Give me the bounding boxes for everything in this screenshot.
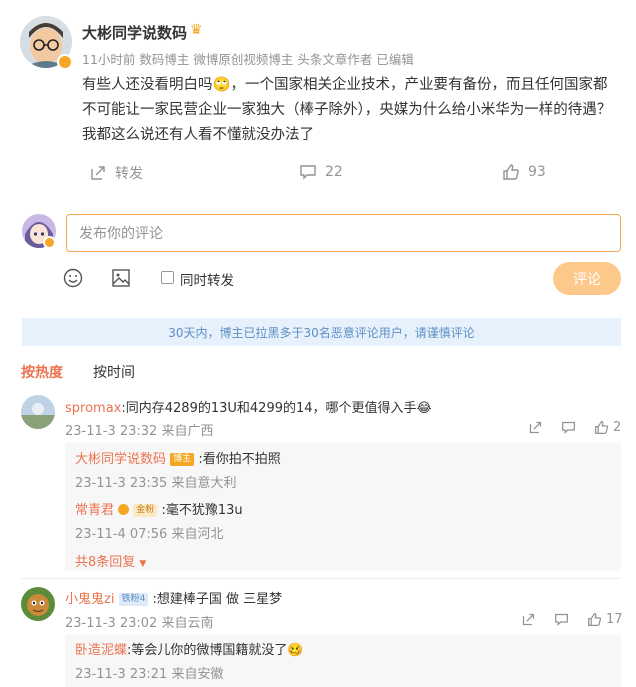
tab-sort-hot[interactable]: 按热度 [21, 362, 63, 382]
verified-badge-icon [118, 504, 130, 515]
comment-body: spromax:同内存4289的13U和4299的14，哪个更值得入手😂 [65, 397, 432, 416]
reply-body: 大彬同学说数码 博主 :看你拍不拍照 [75, 448, 281, 467]
thumbs-up-icon [503, 164, 519, 180]
reply-text: :毫不犹豫13u [161, 503, 243, 518]
thumbs-up-icon [595, 421, 609, 434]
repost-button[interactable]: 转发 [89, 163, 143, 183]
reply-user-name[interactable]: 卧造泥蝶 [75, 643, 127, 658]
reply-text: :等会儿你的微博国籍就没了🥴 [127, 643, 304, 658]
comment-repost-button[interactable] [521, 612, 536, 627]
commenter-name[interactable]: 小鬼鬼zi [65, 592, 114, 607]
iron-fan-badge: 铁粉4 [118, 593, 149, 606]
reply-user-name[interactable]: 常青君 [75, 503, 114, 518]
repost-label: 转发 [115, 166, 143, 182]
repost-icon [529, 421, 542, 434]
gold-fan-badge: 金粉 [133, 504, 158, 517]
also-repost-checkbox[interactable] [161, 271, 174, 284]
my-verified-badge-icon [43, 236, 56, 249]
reply-body: 卧造泥蝶:等会儿你的微博国籍就没了🥴 [75, 639, 304, 658]
like-button[interactable]: 93 [502, 163, 546, 181]
submit-comment-button[interactable]: 评论 [553, 262, 621, 295]
comment-text: :同内存4289的13U和4299的14，哪个更值得入手😂 [121, 401, 432, 416]
comment-icon [300, 165, 316, 180]
like-count: 93 [528, 164, 546, 180]
reply-time: 23-11-3 23:21 来自安徽 [75, 667, 224, 682]
tab-sort-time[interactable]: 按时间 [93, 362, 135, 382]
comment-button[interactable]: 22 [299, 163, 343, 181]
thumbs-up-icon [588, 613, 602, 626]
blogger-badge: 博主 [170, 453, 195, 466]
repost-icon [91, 166, 105, 180]
reply-text: :看你拍不拍照 [198, 452, 281, 467]
comment-reply-button[interactable] [554, 612, 569, 627]
comment-count: 22 [325, 164, 343, 180]
comment-input[interactable] [66, 214, 621, 252]
comment-like-count: 2 [613, 420, 622, 435]
comment-text: :想建棒子国 做 三星梦 [152, 592, 283, 607]
reply-time: 23-11-3 23:35 来自意大利 [75, 476, 237, 491]
commenter-avatar[interactable] [21, 395, 55, 429]
reply-user-name[interactable]: 大彬同学说数码 [75, 452, 166, 467]
comment-divider [21, 578, 621, 579]
repost-icon [522, 613, 535, 626]
also-repost-label: 同时转发 [180, 273, 234, 289]
commenter-name[interactable]: spromax [65, 401, 121, 416]
more-replies-label: 共8条回复 [75, 555, 136, 570]
commenter-avatar[interactable] [21, 587, 55, 621]
more-replies-link[interactable]: 共8条回复 ▼ [75, 551, 146, 570]
image-icon [112, 269, 130, 287]
crown-icon: ♛ [190, 22, 203, 38]
comment-icon [562, 421, 575, 435]
reply-body: 常青君 金粉 :毫不犹豫13u [75, 499, 243, 518]
emoji-button[interactable] [63, 268, 83, 292]
image-button[interactable] [111, 268, 131, 292]
comment-like-button[interactable]: 2 [594, 420, 621, 435]
author-name[interactable]: 大彬同学说数码 [82, 22, 187, 43]
verified-badge-icon [57, 54, 73, 70]
comment-time: 23-11-3 23:32 来自广西 [65, 424, 214, 439]
comment-repost-button[interactable] [528, 420, 543, 435]
caret-down-icon: ▼ [139, 559, 147, 569]
comment-icon [555, 613, 568, 627]
comment-reply-button[interactable] [561, 420, 576, 435]
smiley-icon [63, 268, 83, 288]
comment-like-button[interactable]: 17 [587, 612, 623, 627]
comment-time: 23-11-3 23:02 来自云南 [65, 616, 214, 631]
comment-like-count: 17 [606, 612, 623, 627]
post-meta: 11小时前 数码博主 微博原创视频博主 头条文章作者 已编辑 [82, 52, 414, 67]
comment-body: 小鬼鬼zi 铁粉4 :想建棒子国 做 三星梦 [65, 588, 282, 607]
post-text: 有些人还没看明白吗🙄，一个国家相关企业技术，产业要有备份，而且任何国家都不可能让… [82, 77, 612, 143]
reply-time: 23-11-4 07:56 来自河北 [75, 527, 224, 542]
blocking-notice: 30天内，博主已拉黑多于30名恶意评论用户，请谨慎评论 [22, 318, 621, 346]
